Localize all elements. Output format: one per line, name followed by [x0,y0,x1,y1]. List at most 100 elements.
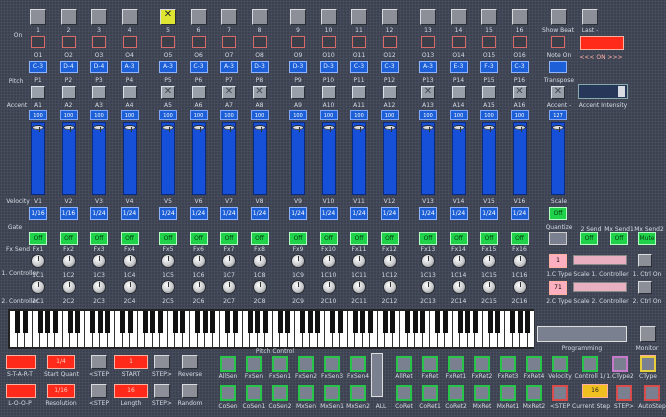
black-key[interactable] [255,311,260,333]
note-display-5[interactable]: A-3 [159,61,177,73]
black-key[interactable] [75,311,80,333]
controller1-knob-10[interactable] [321,280,336,294]
accent-toggle-4[interactable] [122,86,137,99]
black-key[interactable] [442,311,448,333]
accent-toggle-10[interactable] [321,86,336,99]
velocity-fader-13[interactable] [421,122,435,195]
gate-toggle-13[interactable]: Off [419,232,437,245]
gate-toggle-10[interactable]: Off [319,232,338,245]
fader-knob[interactable] [93,125,105,132]
routing-top-button-5[interactable] [324,356,340,372]
black-key[interactable] [105,311,110,333]
fader-knob[interactable] [223,125,235,132]
fx-send-knob-2[interactable] [61,254,76,268]
length-display-3[interactable]: 1/24 [90,207,108,220]
controller1-knob-5[interactable] [161,280,175,294]
length-display-8[interactable]: 1/24 [250,207,269,220]
length-display-12[interactable]: 1/24 [380,207,399,220]
resolution-display[interactable]: 1/16 [47,384,75,398]
fx-send-knob-16[interactable] [512,254,527,268]
length-display-9[interactable]: 1/24 [289,207,307,220]
monitor-button[interactable] [640,326,656,342]
step-select-4[interactable] [121,9,138,25]
note-display-14[interactable]: E-3 [449,61,468,73]
controller1-knob-13[interactable] [421,280,435,294]
velocity-fader-14[interactable] [451,122,466,195]
black-key[interactable] [420,311,425,333]
last-button[interactable] [582,9,598,25]
piano-keyboard[interactable] [8,309,535,349]
accent-toggle-12[interactable] [382,86,397,99]
mx-send1-toggle[interactable]: Off [610,232,628,245]
black-key[interactable] [195,311,200,333]
on-toggle-10[interactable] [321,36,336,48]
length-display[interactable]: 16 [114,384,148,398]
accent-toggle-5[interactable]: ✕ [161,86,175,99]
fader-knob[interactable] [123,125,136,132]
random-button[interactable] [182,384,198,398]
routing-bottom-button-4[interactable] [298,385,314,401]
accent-toggle-15[interactable] [482,86,496,99]
black-key[interactable] [262,311,268,333]
routing-bottom-button-13[interactable] [526,385,542,401]
fader-knob[interactable] [513,125,526,132]
black-key[interactable] [307,311,313,333]
controller1-knob-12[interactable] [382,280,397,294]
gate-toggle-5[interactable]: Off [159,232,177,245]
black-key[interactable] [465,311,470,333]
fader-knob[interactable] [62,125,75,132]
step-back-button-bottom[interactable] [91,384,107,398]
routing-top-button-2[interactable] [246,356,262,372]
accent-toggle-6[interactable] [191,86,206,99]
reverse-button[interactable] [182,355,198,369]
black-key[interactable] [405,311,410,333]
routing-bottom-button-16[interactable] [616,385,632,401]
fader-knob[interactable] [452,125,465,132]
black-key[interactable] [315,311,320,333]
step-select-11[interactable] [351,9,367,25]
current-step-value[interactable]: 16 [582,384,608,398]
routing-bottom-button-11[interactable] [474,385,490,401]
on-toggle-1[interactable] [31,36,45,48]
gate-toggle-9[interactable]: Off [289,232,307,245]
black-key[interactable] [457,311,463,333]
gate-toggle-7[interactable]: Off [220,232,238,245]
length-display-11[interactable]: 1/24 [350,207,368,220]
routing-bottom-button-1[interactable] [220,385,236,401]
step-select-5[interactable]: ✕ [160,9,176,25]
routing-top-button-11[interactable] [500,356,516,372]
controller1-knob-7[interactable] [222,280,236,294]
controller1-knob-16[interactable] [512,280,527,294]
on-toggle-12[interactable] [382,36,397,48]
gate-toggle-6[interactable]: Off [189,232,208,245]
show-beat-button[interactable] [551,9,567,25]
black-key[interactable] [180,311,185,333]
black-key[interactable] [232,311,238,333]
scale-off-toggle[interactable]: Off [549,207,567,220]
black-key[interactable] [22,311,28,333]
step-select-10[interactable] [320,9,337,25]
length-display-13[interactable]: 1/24 [419,207,437,220]
routing-top-button-12[interactable] [526,356,542,372]
black-key[interactable] [247,311,253,333]
controller1-knob-1[interactable] [31,280,45,294]
fader-knob[interactable] [292,125,304,132]
black-key[interactable] [172,311,178,333]
routing-bottom-button-5[interactable] [324,385,340,401]
length-display-7[interactable]: 1/24 [220,207,238,220]
gate-toggle-14[interactable]: Off [449,232,468,245]
routing-top-button-16[interactable] [640,356,656,372]
routing-top-button-13[interactable] [552,356,568,372]
step-fwd-button-bottom[interactable] [154,384,170,398]
note-display-12[interactable]: C-3 [380,61,399,73]
black-key[interactable] [210,311,215,333]
fx-send-knob-7[interactable] [222,254,236,268]
step-back-button-top[interactable] [91,355,107,369]
routing-bottom-button-17[interactable] [644,385,660,401]
fader-knob[interactable] [383,125,396,132]
note-display-16[interactable]: C-3 [510,61,529,73]
black-key[interactable] [45,311,50,333]
length-display-16[interactable]: 1/24 [510,207,529,220]
velocity-fader-15[interactable] [482,122,496,195]
note-display-8[interactable]: D-3 [250,61,269,73]
